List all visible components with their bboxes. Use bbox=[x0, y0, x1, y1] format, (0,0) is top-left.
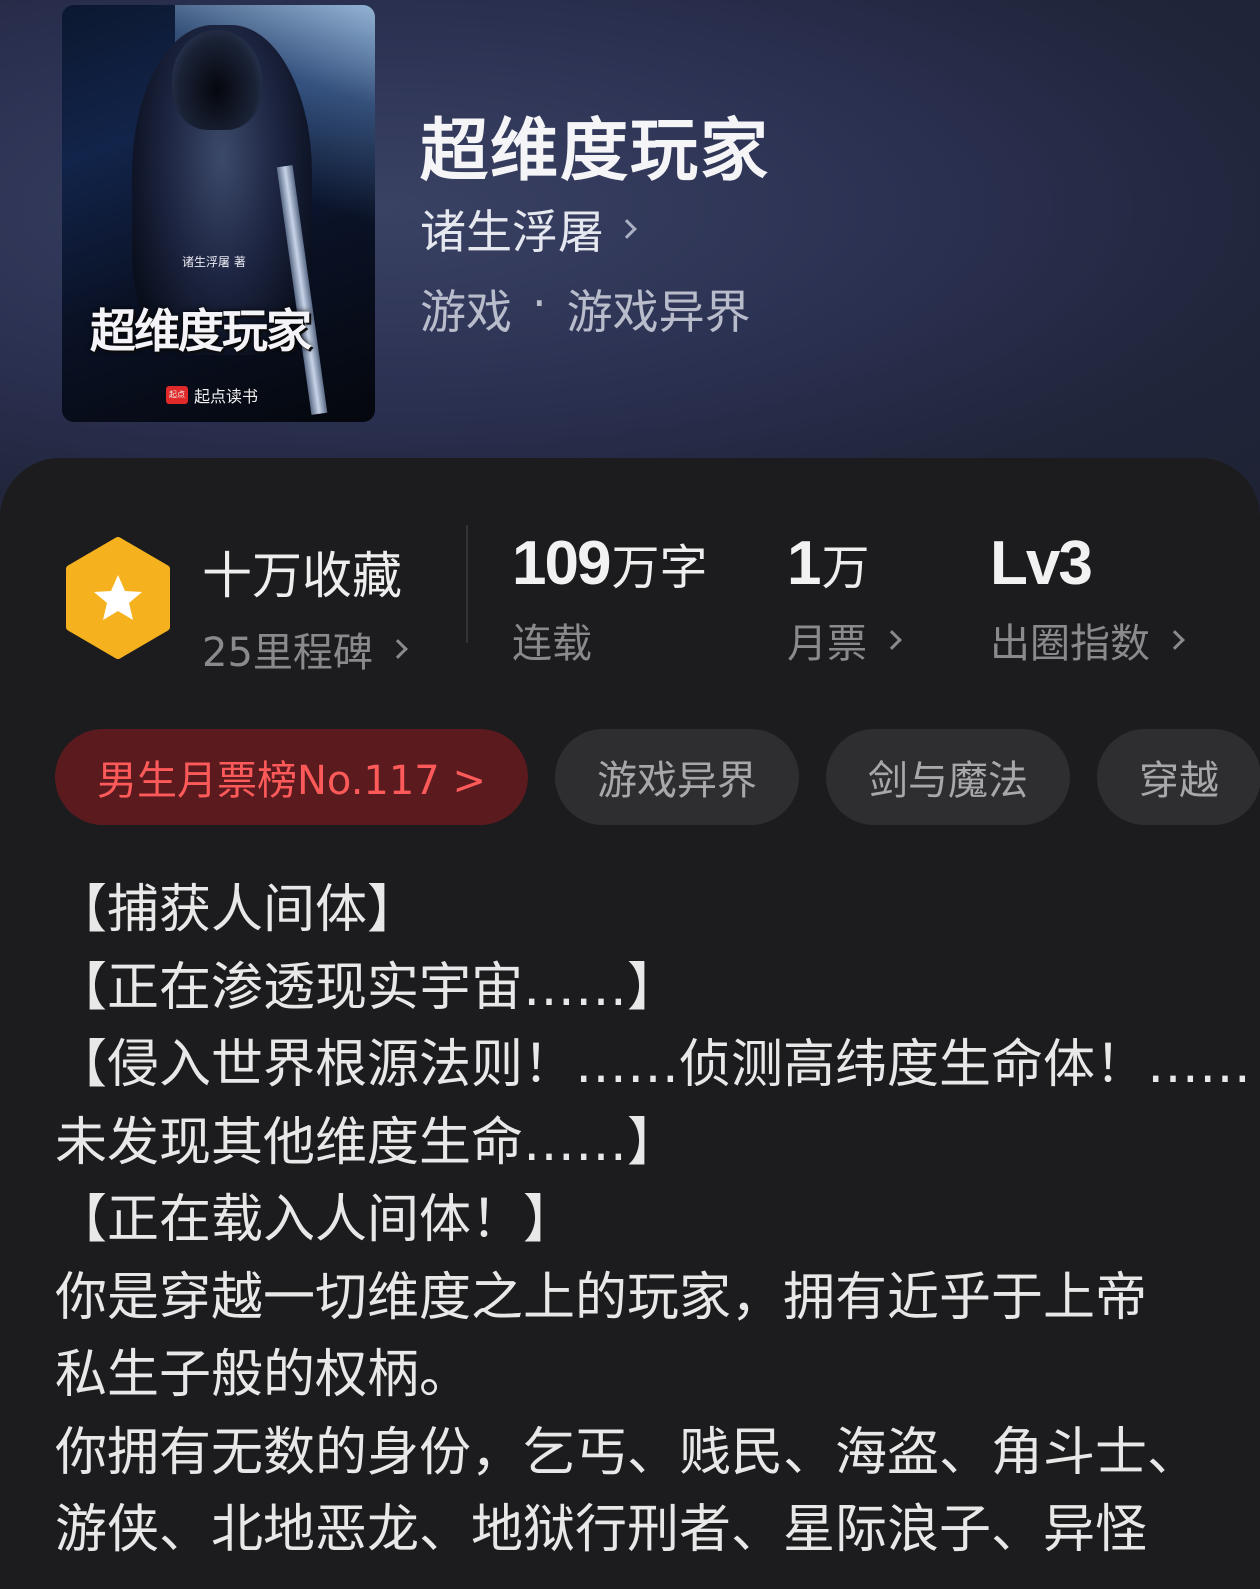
description-line: 你是穿越一切维度之上的玩家，拥有近乎于上帝 bbox=[55, 1267, 1148, 1328]
genre-separator: · bbox=[532, 276, 547, 330]
description-line: 【正在载入人间体！】 bbox=[55, 1190, 576, 1250]
ticket-label: 月票 bbox=[787, 621, 867, 667]
description-line: 【捕获人间体】 bbox=[55, 880, 420, 940]
word-count-unit: 万字 bbox=[611, 540, 708, 596]
chevron-right-icon bbox=[882, 630, 902, 650]
genre-row: 游戏 · 游戏异界 bbox=[420, 276, 751, 342]
tag-chip[interactable]: 剑与魔法 bbox=[825, 729, 1070, 825]
tag-row: 男生月票榜No.117 > 游戏异界 剑与魔法 穿越 bbox=[55, 729, 1260, 825]
tag-chip[interactable]: 穿越 bbox=[1096, 729, 1260, 825]
brand-logo-icon: 起点 bbox=[166, 386, 188, 404]
level-label: 出圈指数 bbox=[990, 621, 1150, 667]
cover-knight-hood bbox=[172, 30, 262, 130]
popularity-index-stat[interactable]: Lv3 出圈指数 bbox=[990, 528, 1185, 669]
description-line: 【正在渗透现实宇宙……】 bbox=[55, 957, 680, 1018]
serial-status: 连载 bbox=[512, 611, 707, 669]
cover-title: 超维度玩家 bbox=[90, 304, 312, 358]
book-cover[interactable]: 诸生浮屠 著 超维度玩家 起点 起点读书 bbox=[62, 5, 375, 422]
monthly-ticket-stat[interactable]: 1万 月票 bbox=[787, 528, 902, 669]
rank-tag[interactable]: 男生月票榜No.117 > bbox=[55, 729, 528, 825]
description-line: 【侵入世界根源法则！……侦测高纬度生命体！…… bbox=[55, 1035, 1252, 1095]
collection-stat[interactable]: 十万收藏 25里程碑 bbox=[202, 536, 408, 678]
cover-brand-text: 起点读书 bbox=[194, 387, 259, 406]
ticket-label-row: 月票 bbox=[787, 611, 902, 669]
subgenre[interactable]: 游戏异界 bbox=[567, 276, 751, 342]
genre[interactable]: 游戏 bbox=[420, 276, 512, 342]
author-link[interactable]: 诸生浮屠 bbox=[420, 196, 637, 262]
description-line: 游侠、北地恶龙、地狱行刑者、星际浪子、异怪 bbox=[55, 1500, 1148, 1560]
chevron-right-icon bbox=[1165, 630, 1185, 650]
chevron-right-icon bbox=[388, 639, 408, 659]
book-header: 诸生浮屠 著 超维度玩家 起点 起点读书 超维度玩家 诸生浮屠 游戏 · 游戏异… bbox=[0, 0, 1260, 520]
tag-chip[interactable]: 游戏异界 bbox=[554, 729, 799, 825]
cover-author-line: 诸生浮屠 著 bbox=[182, 255, 246, 269]
description-line: 未发现其他维度生命……】 bbox=[55, 1112, 680, 1173]
cover-brand: 起点 起点读书 bbox=[166, 383, 258, 407]
chevron-right-icon bbox=[617, 219, 637, 239]
level-label-row: 出圈指数 bbox=[990, 611, 1185, 669]
description-line: 私生子般的权柄。 bbox=[55, 1345, 472, 1405]
collection-count: 十万收藏 bbox=[202, 547, 402, 605]
ticket-unit: 万 bbox=[821, 540, 870, 596]
ticket-number: 1 bbox=[787, 529, 822, 598]
star-hexagon-icon bbox=[66, 537, 170, 659]
word-count-stat: 109万字 连载 bbox=[512, 528, 707, 669]
word-count-number: 109 bbox=[512, 529, 611, 598]
book-description[interactable]: 【捕获人间体】 【正在渗透现实宇宙……】 【侵入世界根源法则！……侦测高纬度生命… bbox=[55, 872, 1252, 1570]
stat-divider bbox=[466, 525, 468, 643]
book-title: 超维度玩家 bbox=[420, 111, 771, 191]
description-line: 你拥有无数的身份，乞丐、贱民、海盗、角斗士、 bbox=[55, 1422, 1200, 1483]
level-value: Lv3 bbox=[990, 529, 1093, 598]
milestone-row: 25里程碑 bbox=[202, 620, 408, 678]
serial-status-label: 连载 bbox=[512, 621, 592, 667]
author-name: 诸生浮屠 bbox=[420, 205, 604, 259]
milestone-label: 25里程碑 bbox=[202, 630, 373, 676]
